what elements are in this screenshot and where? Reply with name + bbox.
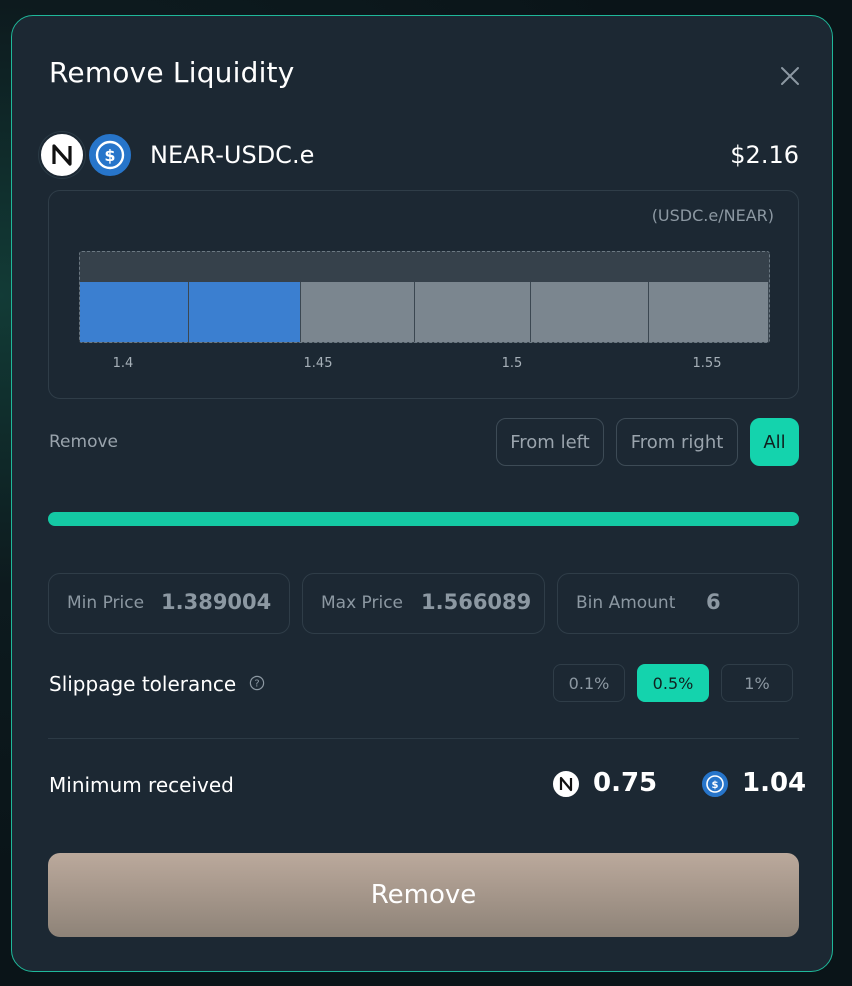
question-circle-icon[interactable]: ? — [249, 675, 265, 691]
bin-amount-label: Bin Amount — [576, 593, 676, 613]
min-price-field[interactable]: Min Price 1.389004 — [48, 573, 290, 634]
minimum-received-label: Minimum received — [49, 773, 234, 797]
min-price-label: Min Price — [67, 593, 145, 613]
pair-name: NEAR-USDC.e — [150, 141, 315, 169]
svg-text:$: $ — [712, 780, 719, 791]
max-price-label: Max Price — [321, 593, 404, 613]
usdc-icon: $ — [87, 132, 133, 178]
liquidity-bin[interactable] — [80, 282, 189, 342]
near-icon — [39, 132, 85, 178]
remove-percentage-slider[interactable] — [48, 512, 799, 526]
liquidity-bin[interactable] — [649, 282, 769, 342]
slippage-option-1[interactable]: 1% — [721, 664, 793, 702]
remove-liquidity-modal: Remove Liquidity $ NEAR-USDC.e $2.16 (US… — [11, 15, 833, 972]
chart-unit-label: (USDC.e/NEAR) — [651, 206, 774, 225]
remove-button[interactable]: Remove — [48, 853, 799, 937]
slippage-option-0-1[interactable]: 0.1% — [553, 664, 625, 702]
price-range-area[interactable] — [79, 251, 770, 343]
price-tick-label: 1.4 — [112, 356, 134, 371]
liquidity-bin[interactable] — [189, 282, 301, 342]
near-icon — [551, 769, 581, 799]
price-tick-label: 1.5 — [501, 356, 523, 371]
min-price-value: 1.389004 — [161, 590, 272, 614]
usdc-icon: $ — [700, 769, 730, 799]
liquidity-bin[interactable] — [301, 282, 415, 342]
max-price-value: 1.566089 — [421, 590, 532, 614]
close-icon[interactable] — [778, 64, 802, 88]
price-tick-label: 1.55 — [692, 356, 722, 371]
divider — [48, 738, 799, 739]
bin-amount-field[interactable]: Bin Amount 6 — [557, 573, 799, 634]
bin-amount-value: 6 — [706, 590, 721, 614]
max-price-field[interactable]: Max Price 1.566089 — [302, 573, 545, 634]
slippage-label: Slippage tolerance — [49, 672, 237, 696]
svg-text:$: $ — [104, 146, 115, 165]
range-chart: (USDC.e/NEAR) 1.4 1.45 1.5 1.55 — [48, 190, 799, 399]
near-minimum-amount: 0.75 — [593, 768, 658, 798]
from-right-button[interactable]: From right — [616, 418, 738, 466]
liquidity-bin[interactable] — [531, 282, 649, 342]
svg-text:?: ? — [254, 679, 259, 690]
price-tick-label: 1.45 — [303, 356, 333, 371]
modal-title: Remove Liquidity — [49, 56, 295, 89]
remove-mode-label: Remove — [49, 432, 118, 452]
from-left-button[interactable]: From left — [496, 418, 604, 466]
usdc-minimum-amount: 1.04 — [742, 768, 807, 798]
all-button[interactable]: All — [750, 418, 799, 466]
pool-header: $ NEAR-USDC.e $2.16 — [39, 131, 799, 179]
pool-value: $2.16 — [730, 141, 799, 169]
slippage-option-0-5[interactable]: 0.5% — [637, 664, 709, 702]
liquidity-bin[interactable] — [415, 282, 531, 342]
